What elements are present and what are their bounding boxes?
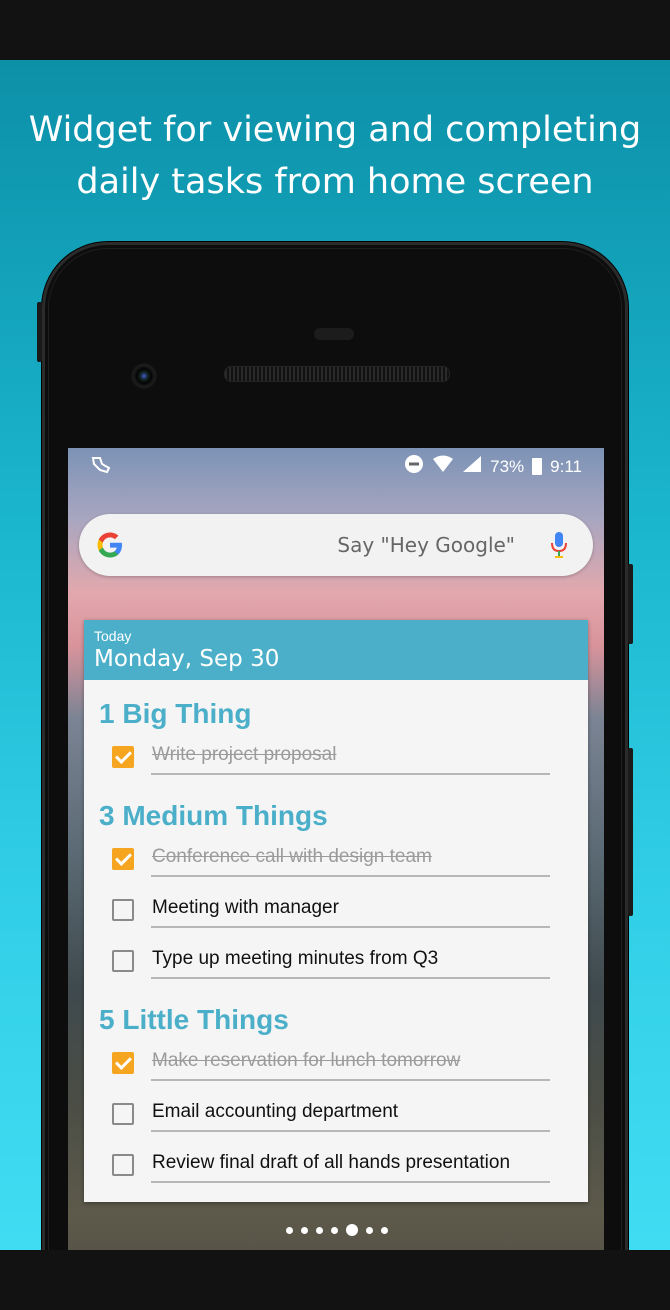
task-label: Conference call with design team xyxy=(152,846,432,867)
task-label: Email accounting department xyxy=(152,1101,399,1122)
widget-header[interactable]: Today Monday, Sep 30 xyxy=(84,620,588,680)
section-title-medium: 3 Medium Things xyxy=(99,800,328,831)
task-row[interactable]: Type up meeting minutes from Q3 xyxy=(110,944,550,984)
do-not-disturb-icon xyxy=(404,454,424,479)
task-row[interactable]: Write project proposal xyxy=(110,740,550,780)
task-label: Type up meeting minutes from Q3 xyxy=(152,948,439,969)
status-bar: 73% 9:11 xyxy=(68,448,604,482)
task-label: Write project proposal xyxy=(152,744,337,765)
battery-percent: 73% xyxy=(490,456,525,476)
tasks-widget: Today Monday, Sep 30 1 Big Thing Write p… xyxy=(84,620,588,1202)
task-checkbox[interactable] xyxy=(112,1103,134,1125)
signal-icon xyxy=(462,455,482,478)
task-checkbox[interactable] xyxy=(112,1052,134,1074)
bottom-black-bar xyxy=(0,1250,670,1310)
top-black-bar xyxy=(0,0,670,60)
headline-line-1: Widget for viewing and completing xyxy=(28,110,642,150)
task-row[interactable]: Conference call with design team xyxy=(110,842,550,882)
front-camera xyxy=(130,362,158,390)
side-button xyxy=(37,302,42,362)
google-search-bar[interactable]: Say "Hey Google" xyxy=(79,514,593,576)
earpiece xyxy=(314,328,354,340)
page-indicator xyxy=(286,1224,388,1236)
notification-icon xyxy=(90,454,112,481)
task-row[interactable]: Review final draft of all hands presenta… xyxy=(110,1148,550,1188)
clock: 9:11 xyxy=(550,456,582,476)
task-label: Meeting with manager xyxy=(152,897,339,918)
battery-icon xyxy=(532,458,543,475)
section-title-little: 5 Little Things xyxy=(99,1004,289,1035)
section-title-big: 1 Big Thing xyxy=(99,698,252,729)
promo-background: Widget for viewing and completing daily … xyxy=(0,60,670,1250)
task-label: Make reservation for lunch tomorrow xyxy=(152,1050,461,1071)
page-dot xyxy=(331,1226,338,1234)
page-dot xyxy=(301,1226,308,1234)
power-button xyxy=(628,564,633,644)
volume-button xyxy=(628,748,633,916)
microphone-icon[interactable] xyxy=(549,530,569,560)
home-screen: 73% 9:11 Say "Hey Google" Today Monday, … xyxy=(68,448,604,1250)
page-dot-active xyxy=(346,1224,358,1236)
task-row[interactable]: Make reservation for lunch tomorrow xyxy=(110,1046,550,1086)
task-checkbox[interactable] xyxy=(112,1154,134,1176)
page-dot xyxy=(316,1226,323,1234)
page-dot xyxy=(366,1226,373,1234)
page-dot xyxy=(286,1226,293,1234)
task-label: Review final draft of all hands presenta… xyxy=(152,1152,511,1173)
task-row[interactable]: Email accounting department xyxy=(110,1097,550,1137)
phone-frame: 73% 9:11 Say "Hey Google" Today Monday, … xyxy=(37,242,633,1250)
speaker-grille xyxy=(224,366,450,382)
widget-date: Monday, Sep 30 xyxy=(94,646,280,672)
search-hint: Say "Hey Google" xyxy=(337,533,515,557)
headline-line-2: daily tasks from home screen xyxy=(76,162,594,202)
task-checkbox[interactable] xyxy=(112,746,134,768)
task-row[interactable]: Meeting with manager xyxy=(110,893,550,933)
wifi-icon xyxy=(432,455,454,478)
task-checkbox[interactable] xyxy=(112,950,134,972)
task-checkbox[interactable] xyxy=(112,899,134,921)
google-logo-icon xyxy=(95,530,125,560)
promo-headline: Widget for viewing and completing daily … xyxy=(0,104,670,208)
page-dot xyxy=(381,1226,388,1234)
widget-today-label: Today xyxy=(94,628,132,644)
task-checkbox[interactable] xyxy=(112,848,134,870)
